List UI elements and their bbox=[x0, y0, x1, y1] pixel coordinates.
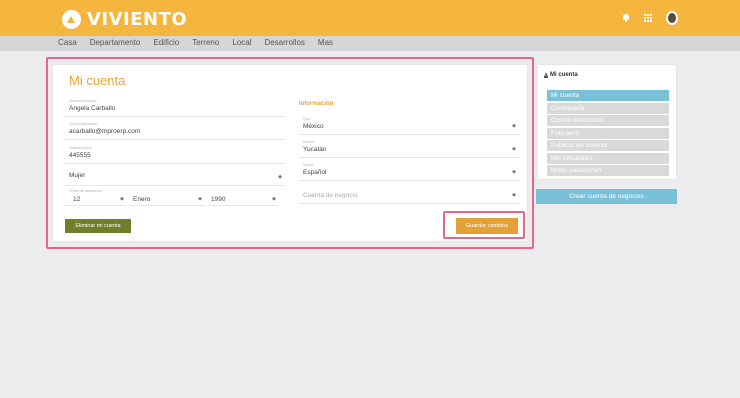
sidebar-title-text: Mi cuenta bbox=[550, 72, 578, 78]
sidebar-item-publicar[interactable]: Publicar en viviento bbox=[547, 140, 669, 151]
sidebar-item-mis-inmuebles[interactable]: Mis inmuebles bbox=[547, 152, 669, 164]
gender-value: Mujer bbox=[69, 172, 86, 179]
nav-item-edificio[interactable]: Edificio bbox=[153, 38, 179, 47]
user-avatar[interactable] bbox=[666, 11, 678, 25]
sidebar-item-foto-perfil[interactable]: Foto perfil bbox=[547, 127, 669, 139]
country-select[interactable]: País México ◆ bbox=[299, 117, 519, 135]
name-value: Angela Carballo bbox=[69, 105, 116, 112]
select-caret-icon: ◆ bbox=[272, 196, 276, 202]
nav-item-casa[interactable]: Casa bbox=[58, 38, 77, 47]
state-label: Estado bbox=[303, 140, 314, 144]
language-value: Español bbox=[303, 169, 327, 176]
sidebar-item-correo[interactable]: Correo electronico bbox=[547, 115, 669, 126]
account-sidebar: Mi cuenta Mi cuenta Contraseña Correo el… bbox=[537, 64, 677, 180]
sidebar-menu: Mi cuenta Contraseña Correo electronico … bbox=[547, 90, 669, 178]
language-label: Idioma bbox=[303, 163, 314, 167]
category-nav: Casa Departamento Edificio Terreno Local… bbox=[0, 36, 740, 51]
bell-icon[interactable] bbox=[622, 14, 630, 22]
birth-day-value: 12 bbox=[73, 196, 81, 203]
nav-item-departamento[interactable]: Departamento bbox=[90, 38, 141, 47]
header-actions bbox=[622, 11, 678, 25]
gender-select[interactable]: Mujer ◆ bbox=[65, 168, 285, 186]
birth-day-select[interactable]: 12 ◆ bbox=[65, 194, 127, 206]
select-caret-icon: ◆ bbox=[512, 192, 516, 198]
birth-year-select[interactable]: 1990 ◆ bbox=[207, 194, 279, 206]
select-caret-icon: ◆ bbox=[512, 169, 516, 175]
page-title: Mi cuenta bbox=[69, 73, 126, 88]
logo-mark-icon bbox=[62, 9, 81, 29]
email-field[interactable]: Correo electrónico acarballo@mproerp.com bbox=[65, 122, 285, 140]
business-account-select[interactable]: Cuenta de negocio ◆ bbox=[299, 186, 519, 204]
birth-year-value: 1990 bbox=[211, 196, 226, 203]
country-value: México bbox=[303, 123, 324, 130]
sidebar-title: Mi cuenta bbox=[544, 72, 578, 78]
business-account-placeholder: Cuenta de negocio bbox=[303, 192, 358, 199]
phone-field[interactable]: Teléfono móvil 445555 bbox=[65, 146, 285, 164]
nav-item-desarrollos[interactable]: Desarrollos bbox=[264, 38, 304, 47]
select-caret-icon: ◆ bbox=[198, 196, 202, 202]
apps-grid-icon[interactable] bbox=[644, 14, 652, 22]
phone-value: 445555 bbox=[69, 152, 91, 159]
phone-label: Teléfono móvil bbox=[69, 146, 92, 150]
save-changes-button[interactable]: Guardar cambios bbox=[456, 218, 518, 234]
sidebar-item-mi-cuenta[interactable]: Mi cuenta bbox=[547, 90, 669, 101]
state-value: Yucatán bbox=[303, 146, 327, 153]
account-form-card: Mi cuenta Nombre completo Angela Carball… bbox=[52, 64, 528, 242]
name-field[interactable]: Nombre completo Angela Carballo bbox=[65, 99, 285, 117]
select-caret-icon: ◆ bbox=[512, 146, 516, 152]
state-select[interactable]: Estado Yucatán ◆ bbox=[299, 140, 519, 158]
info-section-label: Información bbox=[299, 101, 334, 107]
delete-account-button[interactable]: Eliminar mi cuenta bbox=[65, 219, 131, 233]
birthdate-label: Fecha de nacimiento bbox=[69, 189, 102, 193]
birth-month-value: Enero bbox=[133, 196, 151, 203]
email-value: acarballo@mproerp.com bbox=[69, 128, 141, 135]
user-icon bbox=[544, 72, 548, 78]
nav-item-local[interactable]: Local bbox=[232, 38, 251, 47]
birthdate-label-row: Fecha de nacimiento bbox=[65, 189, 277, 193]
sidebar-item-modo-vacaciones[interactable]: Modo vacaciones bbox=[547, 165, 669, 176]
nav-item-mas[interactable]: Mas bbox=[318, 38, 333, 47]
select-caret-icon: ◆ bbox=[120, 196, 124, 202]
select-caret-icon: ◆ bbox=[512, 123, 516, 129]
email-label: Correo electrónico bbox=[69, 122, 98, 126]
language-select[interactable]: Idioma Español ◆ bbox=[299, 163, 519, 181]
sidebar-item-contrasena[interactable]: Contraseña bbox=[547, 102, 669, 114]
country-label: País bbox=[303, 117, 311, 121]
name-label: Nombre completo bbox=[69, 99, 97, 103]
top-bar: VIVIENTO bbox=[0, 0, 740, 36]
create-business-account-button[interactable]: Crear cuenta de negocios bbox=[536, 189, 677, 204]
select-caret-icon: ◆ bbox=[278, 174, 282, 180]
nav-item-terreno[interactable]: Terreno bbox=[192, 38, 219, 47]
birth-month-select[interactable]: Enero ◆ bbox=[129, 194, 205, 206]
brand-name: VIVIENTO bbox=[87, 8, 188, 30]
brand-logo[interactable]: VIVIENTO bbox=[62, 8, 188, 30]
